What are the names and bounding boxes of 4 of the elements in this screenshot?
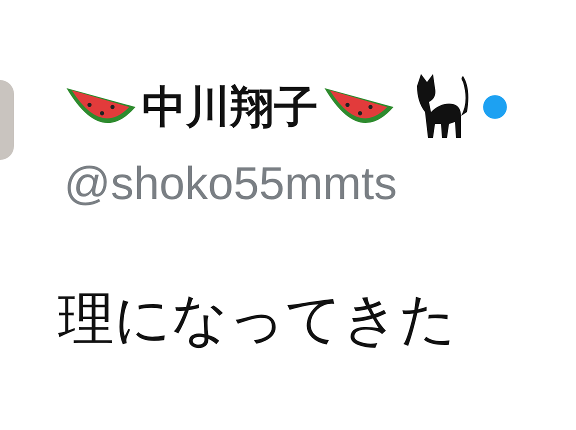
avatar-placeholder[interactable] [0, 80, 14, 160]
display-name[interactable]: 中川翔子 [142, 78, 318, 136]
username[interactable]: @shoko55mmts [64, 156, 508, 210]
tweet-text: 理になってきた [58, 286, 457, 354]
